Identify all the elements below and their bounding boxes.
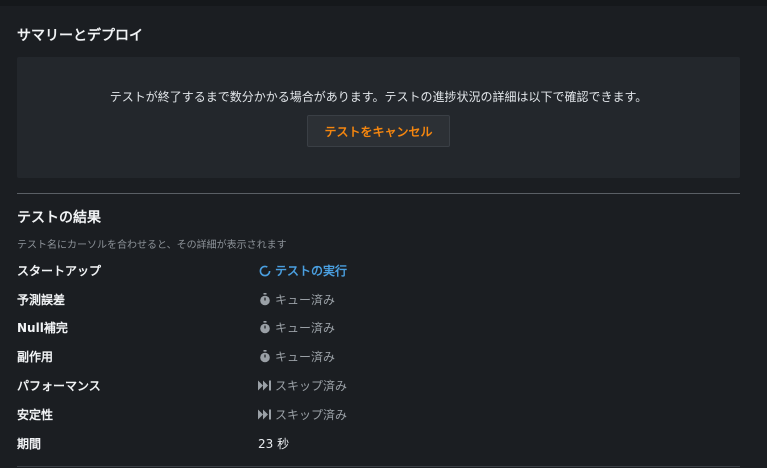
- result-label: 安定性: [17, 408, 54, 422]
- result-row-performance[interactable]: パフォーマンス スキップ済み: [17, 377, 740, 395]
- divider: [17, 193, 740, 194]
- stopwatch-icon: [258, 321, 272, 335]
- result-status: キュー済み: [258, 348, 335, 365]
- result-row-stability[interactable]: 安定性 スキップ済み: [17, 406, 740, 424]
- summary-title: サマリーとデプロイ: [17, 28, 143, 44]
- results-hint: テスト名にカーソルを合わせると、その詳細が表示されます: [17, 240, 287, 251]
- skip-forward-icon: [258, 408, 272, 422]
- result-label: 予測誤差: [17, 293, 66, 307]
- skip-forward-icon: [258, 379, 272, 393]
- result-status-text: スキップ済み: [275, 408, 348, 422]
- result-status-text: キュー済み: [275, 293, 336, 307]
- cancel-test-button[interactable]: テストをキャンセル: [307, 115, 450, 147]
- test-notice-panel: テストが終了するまで数分かかる場合があります。テストの進捗状況の詳細は以下で確認…: [17, 57, 740, 178]
- result-status: スキップ済み: [258, 377, 347, 394]
- result-status-text: スキップ済み: [275, 379, 348, 393]
- result-label: 副作用: [17, 350, 54, 364]
- result-status: キュー済み: [258, 291, 335, 308]
- result-status-text: キュー済み: [275, 321, 336, 335]
- spinner-icon: [258, 264, 272, 278]
- result-row-null-imputation[interactable]: Null補完 キュー済み: [17, 319, 740, 337]
- results-title: テストの結果: [17, 210, 101, 226]
- result-label: Null補完: [17, 321, 68, 335]
- result-status: テストの実行: [258, 262, 347, 279]
- result-row-side-effects[interactable]: 副作用 キュー済み: [17, 348, 740, 366]
- result-status: キュー済み: [258, 319, 335, 336]
- result-row-duration: 期間 23 秒: [17, 435, 740, 453]
- result-status-text: 23 秒: [258, 437, 290, 451]
- result-status: 23 秒: [258, 435, 289, 452]
- stopwatch-icon: [258, 293, 272, 307]
- result-label: 期間: [17, 437, 42, 451]
- result-status: スキップ済み: [258, 406, 347, 423]
- stopwatch-icon: [258, 350, 272, 364]
- bottom-divider: [17, 466, 740, 467]
- notice-text: テストが終了するまで数分かかる場合があります。テストの進捗状況の詳細は以下で確認…: [109, 90, 648, 104]
- result-row-startup[interactable]: スタートアップ テストの実行: [17, 262, 740, 280]
- top-bar: [0, 0, 767, 6]
- result-status-text: テストの実行: [275, 264, 348, 278]
- result-label: パフォーマンス: [17, 379, 101, 393]
- result-status-text: キュー済み: [275, 350, 336, 364]
- result-label: スタートアップ: [17, 264, 102, 278]
- result-row-prediction-error[interactable]: 予測誤差 キュー済み: [17, 291, 740, 309]
